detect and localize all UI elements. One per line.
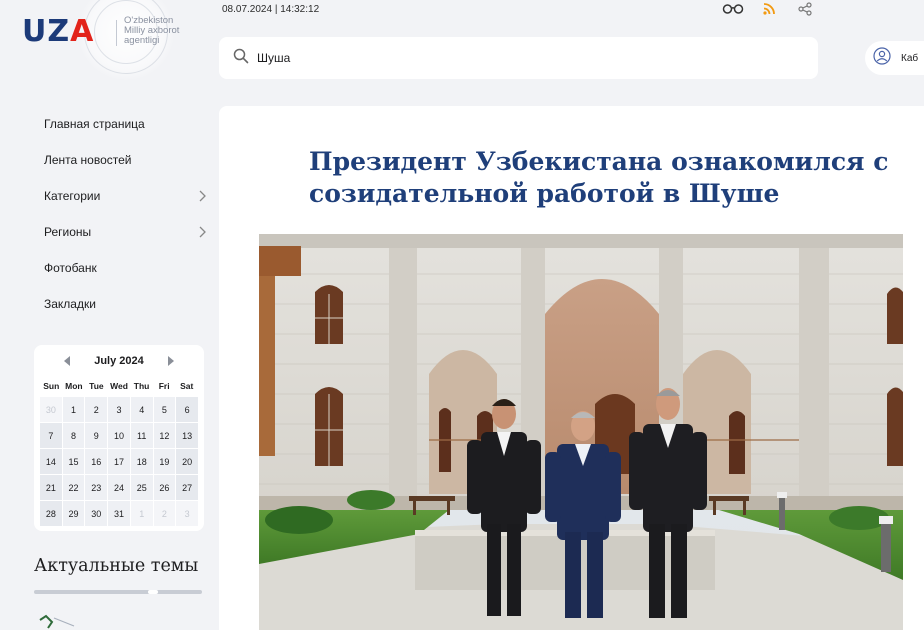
calendar-day[interactable]: 16 bbox=[85, 449, 108, 474]
calendar-day[interactable]: 29 bbox=[62, 501, 85, 526]
cabinet-button[interactable]: Каб bbox=[865, 41, 924, 75]
calendar-day[interactable]: 27 bbox=[176, 475, 198, 500]
calendar-day[interactable]: 3 bbox=[108, 397, 130, 422]
calendar-weekday: Mon bbox=[65, 381, 83, 391]
calendar-month-title: July 2024 bbox=[94, 355, 144, 367]
calendar-day[interactable]: 30 bbox=[85, 501, 108, 526]
calendar-day[interactable]: 18 bbox=[130, 449, 153, 474]
calendar-day[interactable]: 14 bbox=[40, 449, 62, 474]
calendar-prev-button[interactable] bbox=[62, 355, 72, 367]
calendar-day[interactable]: 11 bbox=[130, 423, 153, 448]
calendar-weekday: Tue bbox=[89, 381, 104, 391]
calendar-day[interactable]: 19 bbox=[153, 449, 176, 474]
cabinet-label: Каб bbox=[901, 52, 919, 64]
sidebar-item-regions[interactable]: Регионы bbox=[44, 214, 210, 250]
calendar-day[interactable]: 9 bbox=[85, 423, 108, 448]
site-logo[interactable]: UZA O'zbekiston Milliy axborot agentligi bbox=[0, 0, 210, 80]
calendar-day[interactable]: 2 bbox=[153, 501, 176, 526]
calendar-day[interactable]: 10 bbox=[108, 423, 130, 448]
sidebar-item-bookmarks[interactable]: Закладки bbox=[44, 286, 210, 322]
calendar-next-button[interactable] bbox=[166, 355, 176, 367]
sidebar-item-categories[interactable]: Категории bbox=[44, 178, 210, 214]
page: UZA O'zbekiston Milliy axborot agentligi… bbox=[0, 0, 924, 630]
calendar-day[interactable]: 22 bbox=[62, 475, 85, 500]
sidebar-item-photobank[interactable]: Фотобанк bbox=[44, 250, 210, 286]
calendar-day[interactable]: 28 bbox=[40, 501, 62, 526]
triangle-right-icon bbox=[167, 356, 174, 366]
calendar-weekday: Sun bbox=[43, 381, 60, 391]
search-bar[interactable] bbox=[219, 37, 818, 79]
calendar-day[interactable]: 20 bbox=[176, 449, 198, 474]
calendar-day[interactable]: 24 bbox=[108, 475, 130, 500]
logo-separator bbox=[116, 20, 117, 46]
article-card: Президент Узбекистана ознакомился с сози… bbox=[219, 106, 924, 630]
sidebar-item-news-feed[interactable]: Лента новостей bbox=[44, 142, 210, 178]
calendar-weekday: Sat bbox=[180, 381, 194, 391]
calendar-header: July 2024 bbox=[40, 353, 198, 369]
share-icon[interactable] bbox=[794, 1, 816, 17]
calendar-day[interactable]: 1 bbox=[130, 501, 153, 526]
user-icon bbox=[873, 46, 891, 70]
article-photo[interactable] bbox=[259, 234, 903, 630]
glasses-icon[interactable] bbox=[722, 1, 744, 17]
calendar-day[interactable]: 2 bbox=[85, 397, 108, 422]
calendar-day[interactable]: 17 bbox=[108, 449, 130, 474]
calendar-day[interactable]: 25 bbox=[130, 475, 153, 500]
calendar-day[interactable]: 30 bbox=[40, 397, 62, 422]
calendar-weekday: Fri bbox=[158, 381, 170, 391]
topics-heading: Актуальные темы bbox=[34, 556, 199, 576]
rss-icon[interactable] bbox=[758, 1, 780, 17]
calendar-day[interactable]: 26 bbox=[153, 475, 176, 500]
calendar-day[interactable]: 12 bbox=[153, 423, 176, 448]
calendar-day[interactable]: 4 bbox=[130, 397, 153, 422]
calendar-day[interactable]: 1 bbox=[62, 397, 85, 422]
logo-mark: UZA bbox=[22, 14, 95, 49]
calendar-day[interactable]: 23 bbox=[85, 475, 108, 500]
chevron-right-icon bbox=[199, 190, 206, 202]
calendar-weekday: Thu bbox=[133, 381, 150, 391]
calendar-day[interactable]: 15 bbox=[62, 449, 85, 474]
calendar-day[interactable]: 7 bbox=[40, 423, 62, 448]
datetime: 08.07.2024 | 14:32:12 bbox=[222, 4, 320, 15]
sidebar-nav: Главная страница Лента новостей Категори… bbox=[44, 106, 210, 322]
search-input[interactable] bbox=[257, 51, 797, 65]
calendar-day[interactable]: 21 bbox=[40, 475, 62, 500]
calendar-day[interactable]: 13 bbox=[176, 423, 198, 448]
calendar-day[interactable]: 6 bbox=[176, 397, 198, 422]
header-tools bbox=[722, 1, 816, 17]
calendar-widget: July 2024 Sun Mon Tue Wed Thu Fri Sat 30 1 2 3 4 5 6… bbox=[34, 345, 204, 531]
search-icon bbox=[233, 48, 249, 69]
calendar-day[interactable]: 8 bbox=[62, 423, 85, 448]
triangle-left-icon bbox=[64, 356, 71, 366]
logo-subtitle: O'zbekiston Milliy axborot agentligi bbox=[124, 15, 180, 46]
sidebar-item-home[interactable]: Главная страница bbox=[44, 106, 210, 142]
calendar-day[interactable]: 31 bbox=[108, 501, 130, 526]
chevron-right-icon bbox=[199, 226, 206, 238]
topics-scroll-track[interactable] bbox=[34, 590, 202, 594]
topics-scroll-indicator bbox=[148, 590, 158, 594]
article-title: Президент Узбекистана ознакомился с сози… bbox=[309, 147, 889, 208]
calendar-day[interactable]: 5 bbox=[153, 397, 176, 422]
calendar-weekdays: Sun Mon Tue Wed Thu Fri Sat bbox=[40, 381, 198, 391]
calendar-day[interactable]: 3 bbox=[176, 501, 198, 526]
topics-thumbnail[interactable] bbox=[34, 606, 202, 630]
calendar-weekday: Wed bbox=[110, 381, 128, 391]
calendar-days: 30 1 2 3 4 5 6 7 8 9 10 11 12 13 14 15 16 17 18 19 20 21 22 23 2… bbox=[40, 397, 198, 526]
